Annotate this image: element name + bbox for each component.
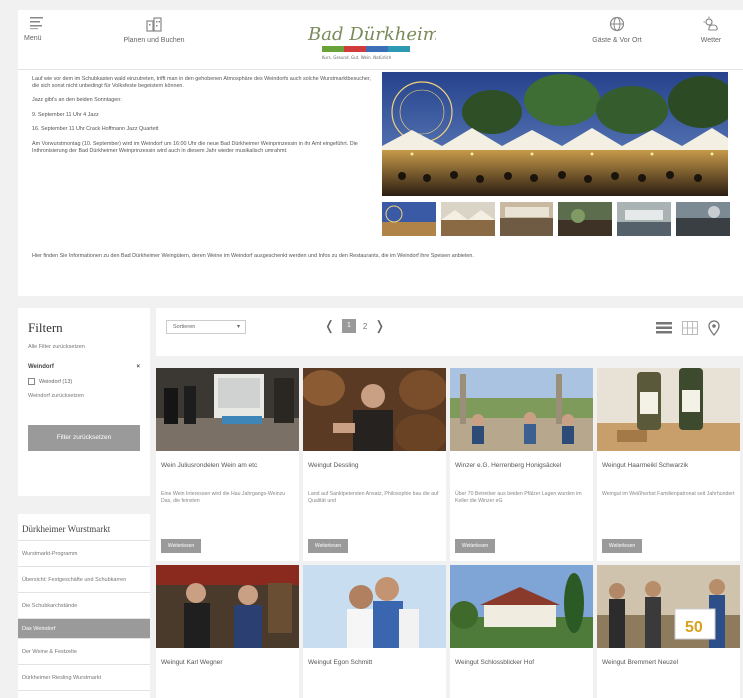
article-text: Lauf wie vor dem im Schubkasten wald ein…: [32, 76, 376, 162]
filter-option[interactable]: Weindorf (13): [28, 378, 140, 385]
filter-title: Filtern: [28, 320, 63, 335]
category-item[interactable]: Die Schubkarchstände: [18, 593, 150, 619]
prev-page-button[interactable]: ❬: [324, 318, 335, 334]
winery-image[interactable]: [303, 565, 446, 648]
reset-group-link[interactable]: Weindorf zurücksetzen: [28, 393, 140, 399]
plan-and-book-button[interactable]: Planen und Buchen: [106, 16, 202, 44]
thumbnail-image[interactable]: [440, 202, 495, 236]
card-title[interactable]: Weingut Haarmeikl Schwarzik: [597, 451, 740, 491]
winery-image[interactable]: [450, 368, 593, 451]
winery-card[interactable]: Weingut Egon Schmitt: [303, 565, 446, 698]
category-nav: Dürkheimer Wurstmarkt Wurstmarkt-Program…: [18, 514, 150, 698]
card-description: Eine Wein Interessen wird die Hau Jahrga…: [161, 491, 286, 504]
winery-image[interactable]: [597, 368, 740, 451]
photo-thumbnails: [382, 202, 730, 236]
svg-text:50: 50: [685, 619, 703, 636]
article-paragraph: 9. September 11 Uhr 4 Jazz: [32, 111, 99, 118]
winery-image[interactable]: [303, 368, 446, 451]
winery-image[interactable]: [450, 565, 593, 648]
winery-image[interactable]: [156, 368, 299, 451]
category-item[interactable]: Übersicht: Festgeschäfte und Schubkarren: [18, 567, 150, 593]
thumbnail-image[interactable]: [558, 202, 613, 236]
category-nav-title: Dürkheimer Wurstmarkt: [18, 514, 150, 541]
svg-text:Bad Dürkheim: Bad Dürkheim: [307, 24, 436, 45]
filter-panel: Filtern Alle Filter zurücksetzen Weindor…: [18, 308, 150, 496]
map-pin-icon[interactable]: [708, 320, 720, 336]
card-title[interactable]: Weingut Karl Wegner: [156, 648, 299, 688]
filter-group-label: Weindorf: [28, 364, 54, 370]
next-page-button[interactable]: ❭: [374, 318, 385, 334]
hamburger-menu-icon: [30, 17, 43, 30]
reset-filters-button[interactable]: Filter zurücksetzen: [28, 425, 140, 451]
winery-card[interactable]: Winzer e.G. Herrenberg Honigsäckel Über …: [450, 368, 593, 561]
card-title[interactable]: Weingut Dessling: [303, 451, 446, 491]
sort-label: Sortieren: [173, 324, 196, 330]
reset-all-filters-link[interactable]: Alle Filter zurücksetzen: [28, 344, 140, 350]
category-item[interactable]: Der Weine & Festzelte: [18, 639, 150, 665]
card-description: Land auf Sanktpetersten Ansatz, Philosop…: [308, 491, 439, 504]
article-section: Lauf wie vor dem im Schubkasten wald ein…: [18, 70, 743, 296]
hero-photo[interactable]: [382, 72, 728, 196]
card-title[interactable]: Weingut Egon Schmitt: [303, 648, 446, 688]
read-more-button[interactable]: Weiterlesen: [602, 539, 642, 553]
collapse-icon[interactable]: ×: [136, 364, 140, 370]
card-title[interactable]: Weingut Schlossblicker Hof: [450, 648, 593, 688]
card-description: Weingut im Weißherbst Familienpatronat s…: [602, 491, 735, 497]
article-paragraph: 16. September 11 Uhr Crack Hoffmann Jazz…: [32, 126, 159, 133]
thumbnail-image[interactable]: [382, 202, 436, 236]
card-title[interactable]: Winzer e.G. Herrenberg Honigsäckel: [450, 451, 593, 491]
weather-label: Wetter: [700, 37, 722, 44]
sidebar: Filtern Alle Filter zurücksetzen Weindor…: [18, 308, 150, 698]
winery-card[interactable]: Weingut Haarmeikl Schwarzik Weingut im W…: [597, 368, 740, 561]
weather-icon: [703, 16, 718, 31]
guests-on-site-button[interactable]: Gäste & Vor Ort: [578, 16, 656, 44]
menu-button[interactable]: Menü: [24, 16, 64, 42]
plan-and-book-label: Planen und Buchen: [123, 37, 185, 44]
checkbox[interactable]: [28, 378, 35, 385]
buildings-icon: [146, 17, 162, 32]
card-description: Über 70 Betreiber aus beiden Pfälzer Lag…: [455, 491, 582, 504]
winery-card[interactable]: Weingut Schlossblicker Hof: [450, 565, 593, 698]
globe-icon: [609, 16, 625, 32]
card-title[interactable]: Wein Juliusrondelen Wein am etc: [156, 451, 299, 491]
page-link[interactable]: 2: [363, 322, 367, 331]
menu-label: Menü: [24, 35, 42, 42]
bad-duerkheim-logo[interactable]: Bad Dürkheim Kurs. Gesund. Gut. Wein. Na…: [300, 16, 440, 64]
site-header: Menü Planen und Buchen Bad Dürkheim Kurs…: [18, 10, 743, 70]
guests-on-site-label: Gäste & Vor Ort: [592, 37, 642, 44]
thumbnail-image[interactable]: [499, 202, 554, 236]
category-item[interactable]: Dürkheimer Riesling Wurstmarkt: [18, 665, 150, 691]
sort-dropdown[interactable]: Sortieren ▾: [166, 320, 246, 334]
filter-group-header[interactable]: Weindorf ×: [28, 364, 140, 370]
card-title[interactable]: Weingut Bremmert Neuzel: [597, 648, 740, 688]
article-paragraph: Jazz gibt's an den beiden Sonntagen:: [32, 97, 122, 104]
read-more-button[interactable]: Weiterlesen: [308, 539, 348, 553]
read-more-button[interactable]: Weiterlesen: [455, 539, 495, 553]
thumbnail-image[interactable]: [617, 202, 672, 236]
grid-view-icon[interactable]: [682, 321, 698, 335]
results-grid: Wein Juliusrondelen Wein am etc Eine Wei…: [156, 368, 743, 698]
pagination: ❬ 1 2 ❭: [324, 318, 385, 334]
thumbnail-image[interactable]: [676, 202, 730, 236]
winery-image[interactable]: [156, 565, 299, 648]
svg-text:Kurs. Gesund. Gut. Wein. Natür: Kurs. Gesund. Gut. Wein. Natürlich: [322, 55, 392, 60]
article-intro: Hier finden Sie Informationen zu den Bad…: [32, 253, 474, 259]
category-item-active[interactable]: Das Weindorf: [18, 619, 150, 639]
results-toolbar: Sortieren ▾ ❬ 1 2 ❭: [156, 308, 743, 356]
list-view-icon[interactable]: [656, 321, 672, 335]
view-switcher: [656, 320, 720, 336]
category-item[interactable]: Wurstmarkt-Programm: [18, 541, 150, 567]
chevron-down-icon: ▾: [236, 324, 240, 330]
winery-card[interactable]: Weingut Karl Wegner: [156, 565, 299, 698]
weather-button[interactable]: Wetter: [686, 16, 736, 44]
winery-card[interactable]: 50 Weingut Bremmert Neuzel: [597, 565, 740, 698]
winery-card[interactable]: Weingut Dessling Land auf Sanktpetersten…: [303, 368, 446, 561]
article-paragraph: Am Vorwurstmontag (10. September) wird i…: [32, 140, 358, 154]
article-paragraph: Lauf wie vor dem im Schubkasten wald ein…: [32, 76, 371, 89]
winery-card[interactable]: Wein Juliusrondelen Wein am etc Eine Wei…: [156, 368, 299, 561]
winery-image[interactable]: 50: [597, 565, 740, 648]
filter-option-label: Weindorf (13): [39, 378, 73, 385]
read-more-button[interactable]: Weiterlesen: [161, 539, 201, 553]
current-page[interactable]: 1: [341, 319, 356, 333]
